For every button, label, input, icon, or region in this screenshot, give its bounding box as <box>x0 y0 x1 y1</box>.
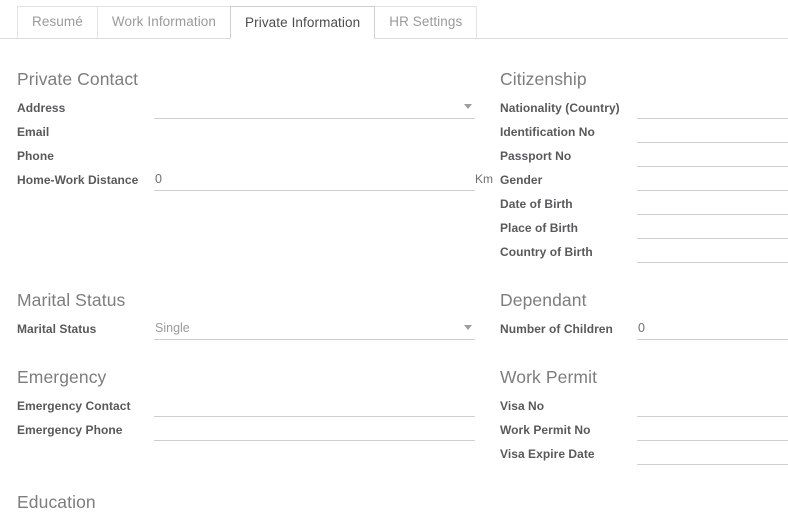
field-home-work-distance[interactable] <box>154 168 475 192</box>
field-passport-no[interactable] <box>637 144 788 168</box>
field-row-number-of-children: Number of Children <box>500 317 788 341</box>
group-dependant: Dependant Number of Children <box>500 289 788 341</box>
field-row-address: Address <box>17 96 475 120</box>
tab-hr-settings[interactable]: HR Settings <box>375 6 478 38</box>
field-gender[interactable] <box>637 168 788 192</box>
field-row-place-of-birth: Place of Birth <box>500 216 788 240</box>
label-visa-expire-date: Visa Expire Date <box>500 447 595 461</box>
field-visa-no[interactable] <box>637 394 788 418</box>
field-place-of-birth[interactable] <box>637 216 788 240</box>
field-table-work-permit: Visa No Work Permit No Visa Expire Date <box>500 394 788 466</box>
nationality-input[interactable] <box>637 96 788 119</box>
label-visa-no: Visa No <box>500 399 545 413</box>
identification-no-input[interactable] <box>637 120 788 143</box>
group-emergency: Emergency Emergency Contact Emergency Ph… <box>17 366 475 442</box>
field-work-permit-no[interactable] <box>637 418 788 442</box>
visa-expire-date-input[interactable] <box>637 442 788 465</box>
place-of-birth-input[interactable] <box>637 216 788 239</box>
field-number-of-children[interactable] <box>637 317 788 341</box>
field-emergency-contact[interactable] <box>154 394 475 418</box>
notebook-tab-bar: Resumé Work Information Private Informat… <box>0 0 788 39</box>
field-marital-status[interactable] <box>154 317 475 341</box>
field-row-nationality: Nationality (Country) <box>500 96 788 120</box>
label-passport-no: Passport No <box>500 149 572 163</box>
group-title-marital-status: Marital Status <box>17 290 126 310</box>
group-title-private-contact: Private Contact <box>17 69 139 89</box>
field-table-dependant: Number of Children <box>500 317 788 341</box>
passport-no-input[interactable] <box>637 144 788 167</box>
field-address[interactable] <box>154 96 475 120</box>
marital-status-select[interactable] <box>154 317 475 340</box>
email-input[interactable] <box>154 120 475 143</box>
field-row-visa-expire-date: Visa Expire Date <box>500 442 788 466</box>
visa-no-input[interactable] <box>637 394 788 417</box>
field-emergency-phone[interactable] <box>154 418 475 442</box>
field-row-gender: Gender <box>500 168 788 192</box>
field-visa-expire-date[interactable] <box>637 442 788 466</box>
field-table-emergency: Emergency Contact Emergency Phone <box>17 394 475 442</box>
field-identification-no[interactable] <box>637 120 788 144</box>
field-row-identification-no: Identification No <box>500 120 788 144</box>
field-row-email: Email <box>17 120 475 144</box>
label-emergency-phone: Emergency Phone <box>17 423 123 437</box>
gender-input[interactable] <box>637 168 788 191</box>
group-work-permit: Work Permit Visa No Work Permit No Visa … <box>500 366 788 466</box>
group-citizenship: Citizenship Nationality (Country) Identi… <box>500 68 788 264</box>
label-phone: Phone <box>17 149 54 163</box>
label-gender: Gender <box>500 173 543 187</box>
address-input[interactable] <box>154 96 475 119</box>
label-country-of-birth: Country of Birth <box>500 245 593 259</box>
group-title-emergency: Emergency <box>17 367 107 387</box>
label-home-work-distance: Home-Work Distance <box>17 173 139 187</box>
emergency-contact-input[interactable] <box>154 394 475 417</box>
group-title-education: Education <box>17 492 96 512</box>
label-work-permit-no: Work Permit No <box>500 423 591 437</box>
group-title-citizenship: Citizenship <box>500 69 587 89</box>
field-row-date-of-birth: Date of Birth <box>500 192 788 216</box>
tab-work-information[interactable]: Work Information <box>96 6 231 38</box>
tab-private-information[interactable]: Private Information <box>230 6 376 39</box>
field-row-work-permit-no: Work Permit No <box>500 418 788 442</box>
label-marital-status: Marital Status <box>17 322 97 336</box>
country-of-birth-input[interactable] <box>637 240 788 263</box>
group-marital-status: Marital Status Marital Status <box>17 289 475 341</box>
field-nationality[interactable] <box>637 96 788 120</box>
group-title-dependant: Dependant <box>500 290 587 310</box>
field-row-passport-no: Passport No <box>500 144 788 168</box>
label-email: Email <box>17 125 50 139</box>
field-date-of-birth[interactable] <box>637 192 788 216</box>
field-row-emergency-phone: Emergency Phone <box>17 418 475 442</box>
number-of-children-input[interactable] <box>637 317 788 340</box>
label-identification-no: Identification No <box>500 125 595 139</box>
home-work-distance-input[interactable] <box>154 168 475 191</box>
field-table-private-contact: Address Email Phone Home-Work Distance 0… <box>17 96 493 192</box>
field-email[interactable] <box>154 120 475 144</box>
field-row-phone: Phone <box>17 144 475 168</box>
field-row-visa-no: Visa No <box>500 394 788 418</box>
label-address: Address <box>17 101 66 115</box>
label-emergency-contact: Emergency Contact <box>17 399 131 413</box>
date-of-birth-input[interactable] <box>637 192 788 215</box>
group-private-contact: Private Contact Address Email Phone Home… <box>17 68 493 192</box>
field-row-country-of-birth: Country of Birth <box>500 240 788 264</box>
field-row-home-work-distance: Home-Work Distance Km <box>17 168 493 192</box>
field-row-marital-status: Marital Status <box>17 317 475 341</box>
group-title-work-permit: Work Permit <box>500 367 598 387</box>
work-permit-no-input[interactable] <box>637 418 788 441</box>
field-table-citizenship: Nationality (Country) Identification No … <box>500 96 788 264</box>
field-table-marital-status: Marital Status <box>17 317 475 341</box>
label-number-of-children: Number of Children <box>500 322 613 336</box>
phone-input[interactable] <box>154 144 475 167</box>
field-country-of-birth[interactable] <box>637 240 788 264</box>
tab-resume[interactable]: Resumé <box>17 6 97 38</box>
field-row-emergency-contact: Emergency Contact <box>17 394 475 418</box>
label-date-of-birth: Date of Birth <box>500 197 573 211</box>
label-nationality: Nationality (Country) <box>500 101 620 115</box>
label-place-of-birth: Place of Birth <box>500 221 579 235</box>
field-phone[interactable] <box>154 144 475 168</box>
emergency-phone-input[interactable] <box>154 418 475 441</box>
